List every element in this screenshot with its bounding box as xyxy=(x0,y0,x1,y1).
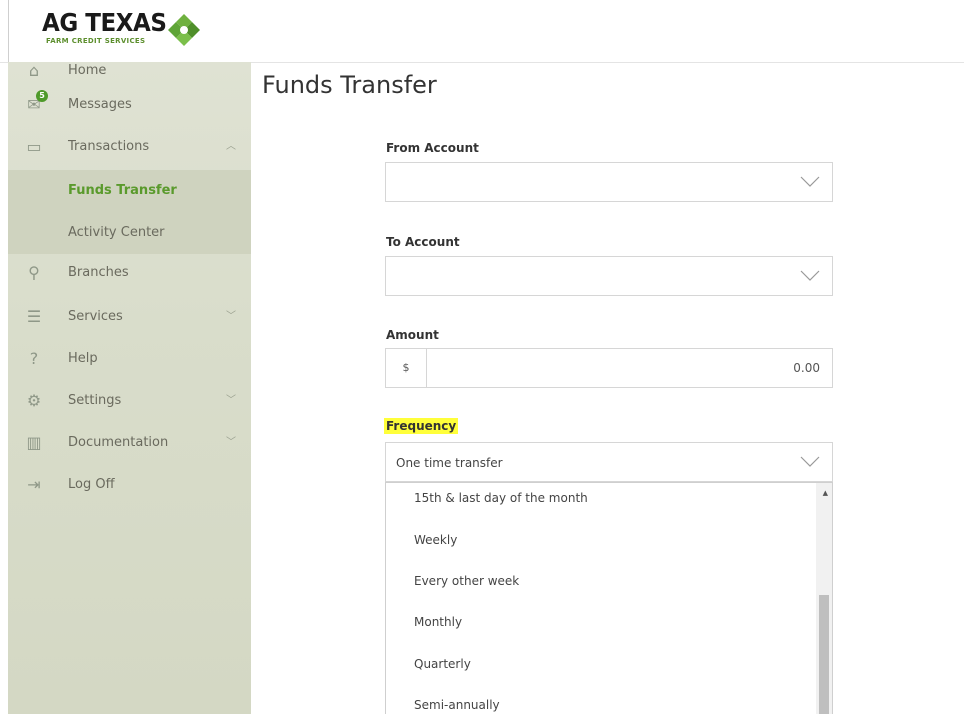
sidebar: ⌂ Home ✉ 5 Messages ▭ Transactions ︿ Fun… xyxy=(8,61,251,714)
sidebar-item-label: Log Off xyxy=(68,477,115,492)
sidebar-item-label: Funds Transfer xyxy=(68,183,177,198)
brand-name: AG TEXAS xyxy=(42,8,167,37)
sidebar-item-log-off[interactable]: ⇥ Log Off xyxy=(8,464,251,506)
dropdown-scrollbar[interactable]: ▲ xyxy=(816,483,832,714)
sidebar-item-label: Settings xyxy=(68,393,122,408)
frequency-select[interactable]: One time transfer xyxy=(385,442,833,482)
message-count-badge: 5 xyxy=(36,90,48,102)
from-account-select[interactable] xyxy=(385,162,833,202)
frequency-option[interactable]: Quarterly xyxy=(414,654,471,674)
chevron-down-icon: ﹀ xyxy=(226,395,236,406)
frequency-option[interactable]: 15th & last day of the month xyxy=(414,488,588,508)
amount-value: 0.00 xyxy=(793,361,820,375)
question-icon: ? xyxy=(29,349,39,368)
currency-symbol: $ xyxy=(386,349,427,387)
sidebar-item-documentation[interactable]: ▥ Documentation ﹀ xyxy=(8,422,251,464)
to-account-select[interactable] xyxy=(385,256,833,296)
sidebar-item-branches[interactable]: ⚲ Branches xyxy=(8,252,251,294)
amount-input[interactable]: $ 0.00 xyxy=(385,348,833,388)
brand-logo[interactable]: AG TEXAS FARM CREDIT SERVICES xyxy=(42,8,177,46)
sidebar-item-settings[interactable]: ⚙ Settings ﹀ xyxy=(8,380,251,422)
sidebar-item-label: Help xyxy=(68,351,98,366)
chevron-up-icon: ︿ xyxy=(226,141,236,152)
scroll-up-arrow-icon[interactable]: ▲ xyxy=(823,489,828,497)
sidebar-item-label: Activity Center xyxy=(68,225,165,240)
menu-icon: ☰ xyxy=(26,307,42,326)
sidebar-item-messages[interactable]: ✉ 5 Messages xyxy=(8,84,251,126)
chevron-down-icon xyxy=(800,456,820,467)
location-pin-icon: ⚲ xyxy=(28,263,40,282)
sidebar-item-help[interactable]: ? Help xyxy=(8,338,251,380)
chart-doc-icon: ▥ xyxy=(26,433,42,452)
sidebar-item-label: Documentation xyxy=(68,435,169,450)
frequency-option[interactable]: Semi-annually xyxy=(414,695,500,714)
frequency-option[interactable]: Weekly xyxy=(414,530,457,550)
frequency-value: One time transfer xyxy=(396,456,503,470)
sidebar-item-activity-center[interactable]: Activity Center xyxy=(8,212,251,254)
amount-label: Amount xyxy=(386,328,439,342)
chevron-down-icon xyxy=(800,176,820,187)
frequency-option[interactable]: Every other week xyxy=(414,571,519,591)
home-icon: ⌂ xyxy=(28,61,40,80)
sidebar-item-label: Services xyxy=(68,309,123,324)
frequency-label: Frequency xyxy=(384,418,459,434)
sidebar-item-transactions[interactable]: ▭ Transactions ︿ xyxy=(8,126,251,168)
card-icon: ▭ xyxy=(26,137,42,156)
gear-icon: ⚙ xyxy=(26,391,42,410)
chevron-down-icon xyxy=(800,270,820,281)
chevron-down-icon: ﹀ xyxy=(226,437,236,448)
sidebar-item-services[interactable]: ☰ Services ﹀ xyxy=(8,296,251,338)
diamond-logo-icon xyxy=(168,14,200,46)
sidebar-item-funds-transfer[interactable]: Funds Transfer xyxy=(8,170,251,212)
frequency-option[interactable]: Monthly xyxy=(414,612,462,632)
sidebar-item-label: Messages xyxy=(68,97,132,112)
sidebar-item-label: Branches xyxy=(68,265,129,280)
page-title: Funds Transfer xyxy=(262,71,437,99)
from-account-label: From Account xyxy=(386,141,479,155)
brand-tagline: FARM CREDIT SERVICES xyxy=(46,37,146,45)
chevron-down-icon: ﹀ xyxy=(226,311,236,322)
frequency-options-list[interactable]: 15th & last day of the month Weekly Ever… xyxy=(385,482,833,714)
scrollbar-thumb[interactable] xyxy=(819,595,829,714)
sidebar-item-label: Transactions xyxy=(68,139,150,154)
logout-icon: ⇥ xyxy=(27,475,41,494)
to-account-label: To Account xyxy=(386,235,460,249)
